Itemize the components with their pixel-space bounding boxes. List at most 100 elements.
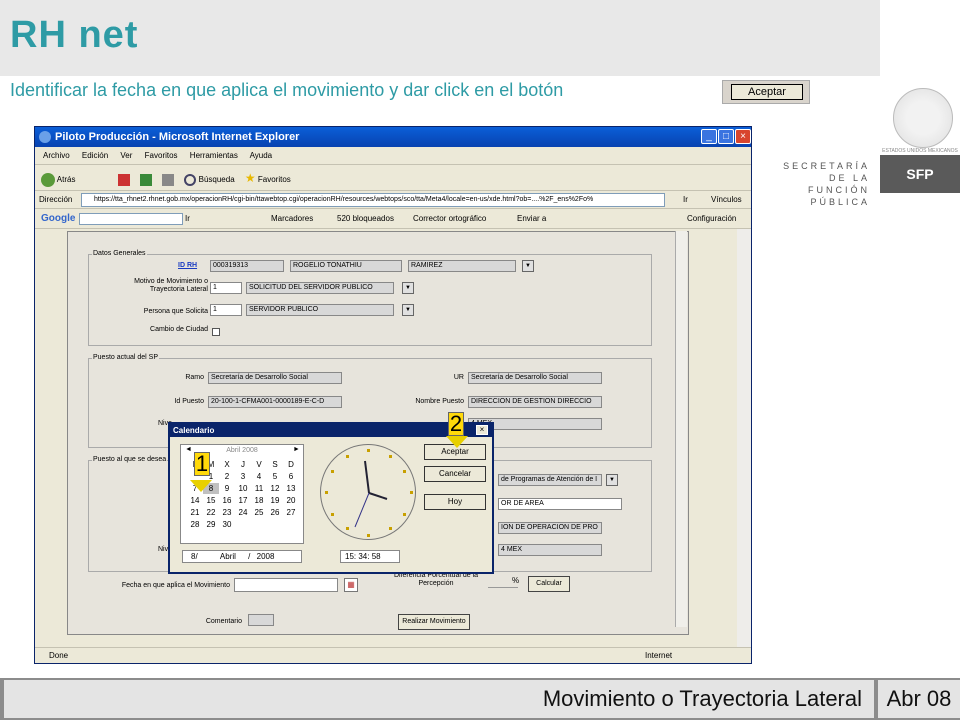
spell-check[interactable]: Corrector ortográfico: [413, 209, 486, 229]
calendar-day[interactable]: 5: [267, 471, 283, 482]
calendar-day[interactable]: 25: [251, 507, 267, 518]
menu-favoritos[interactable]: Favoritos: [145, 151, 178, 160]
stop-icon[interactable]: [117, 173, 130, 186]
calendar-day[interactable]: 17: [235, 495, 251, 506]
favorites-icon[interactable]: ★: [245, 171, 256, 185]
settings-button[interactable]: Configuración: [687, 209, 736, 229]
np-field-4[interactable]: 4 MEX: [498, 544, 602, 556]
calendar-day[interactable]: 9: [219, 483, 235, 494]
np-field-2[interactable]: OR DE AREA: [498, 498, 622, 510]
inner-scrollbar[interactable]: [675, 231, 687, 627]
calcular-button[interactable]: Calcular: [528, 576, 570, 592]
close-button[interactable]: ×: [735, 129, 751, 144]
calendar-close-icon[interactable]: ×: [476, 425, 488, 435]
month-value[interactable]: Abril: [220, 552, 236, 561]
menu-edicion[interactable]: Edición: [82, 151, 108, 160]
calendar-day[interactable]: 20: [283, 495, 299, 506]
motivo-field[interactable]: SOLICITUD DEL SERVIDOR PUBLICO: [246, 282, 394, 294]
np-field-3[interactable]: ION DE OPERACION DE PRO: [498, 522, 602, 534]
bookmarks-button[interactable]: Marcadores: [271, 209, 313, 229]
calendar-cancel-button[interactable]: Cancelar: [424, 466, 486, 482]
id-rh-field[interactable]: 000319313: [210, 260, 284, 272]
nombre-field[interactable]: ROGELIO TONATHIU: [290, 260, 402, 272]
calendar-day[interactable]: 18: [251, 495, 267, 506]
calendar-day[interactable]: 6: [283, 471, 299, 482]
calendar-day[interactable]: 15: [203, 495, 219, 506]
id-rh-link[interactable]: ID RH: [178, 262, 197, 269]
np-field-1[interactable]: de Programas de Atención de I: [498, 474, 602, 486]
menu-ver[interactable]: Ver: [120, 151, 132, 160]
time-input[interactable]: 15: 34: 58: [340, 550, 400, 563]
prev-month-icon[interactable]: ◄: [185, 446, 192, 453]
year-value[interactable]: 2008: [257, 552, 275, 561]
calendar-day[interactable]: 12: [267, 483, 283, 494]
time-value[interactable]: 15: 34: 58: [345, 552, 381, 561]
motivo-code[interactable]: 1: [210, 282, 242, 294]
calendar-day[interactable]: 26: [267, 507, 283, 518]
np-dropdown-1-icon[interactable]: ▼: [606, 474, 618, 486]
search-icon[interactable]: [184, 173, 197, 186]
id-puesto-field[interactable]: 20-100-1-CFMA001-0000189-E-C-D: [208, 396, 342, 408]
google-go[interactable]: Ir: [185, 209, 190, 229]
calendar-day[interactable]: 24: [235, 507, 251, 518]
apellido-field[interactable]: RAMIREZ: [408, 260, 516, 272]
cambio-checkbox[interactable]: [212, 328, 220, 336]
ramo-field[interactable]: Secretaría de Desarrollo Social: [208, 372, 342, 384]
back-icon[interactable]: [41, 172, 55, 187]
outer-scrollbar[interactable]: [737, 229, 751, 647]
persona-field[interactable]: SERVIDOR PUBLICO: [246, 304, 394, 316]
motivo-dropdown-icon[interactable]: ▼: [402, 282, 414, 294]
calendar-day[interactable]: 14: [187, 495, 203, 506]
calendar-day[interactable]: 22: [203, 507, 219, 518]
date-input[interactable]: 8/ Abril / 2008: [182, 550, 302, 563]
calendar-day[interactable]: 3: [235, 471, 251, 482]
persona-dropdown-icon[interactable]: ▼: [402, 304, 414, 316]
ur-field[interactable]: Secretaría de Desarrollo Social: [468, 372, 602, 384]
menu-herramientas[interactable]: Herramientas: [190, 151, 238, 160]
menu-bar: Archivo Edición Ver Favoritos Herramient…: [35, 147, 751, 165]
maximize-button[interactable]: □: [718, 129, 734, 144]
favorites-button[interactable]: Favoritos: [258, 175, 291, 184]
calendar-day[interactable]: 4: [251, 471, 267, 482]
calendar-today-button[interactable]: Hoy: [424, 494, 486, 510]
ie-icon: [39, 131, 51, 143]
calendar-day[interactable]: 19: [267, 495, 283, 506]
next-month-icon[interactable]: ►: [293, 446, 300, 453]
refresh-icon[interactable]: [139, 173, 152, 186]
calendar-day[interactable]: 30: [219, 519, 235, 530]
calendar-day[interactable]: 29: [203, 519, 219, 530]
comentario-field[interactable]: [248, 614, 274, 626]
weekday-header: S: [272, 460, 278, 469]
google-search-input[interactable]: [79, 213, 183, 225]
nombre-puesto-field[interactable]: DIRECCION DE GESTION DIRECCIO: [468, 396, 602, 408]
calendar-day[interactable]: 11: [251, 483, 267, 494]
search-button[interactable]: Búsqueda: [199, 175, 235, 184]
calendar-day[interactable]: 10: [235, 483, 251, 494]
persona-code[interactable]: 1: [210, 304, 242, 316]
minimize-button[interactable]: _: [701, 129, 717, 144]
calendar-day[interactable]: 28: [187, 519, 203, 530]
calendar-icon[interactable]: ▦: [344, 578, 358, 592]
realizar-movimiento-button[interactable]: Realizar Movimiento: [398, 614, 470, 630]
calendar-day[interactable]: 16: [219, 495, 235, 506]
day-value[interactable]: 8/: [191, 552, 198, 561]
menu-archivo[interactable]: Archivo: [43, 151, 70, 160]
address-input[interactable]: https://tta_rhnet2.rhnet.gob.mx/operacio…: [81, 193, 665, 207]
popup-blocked[interactable]: 520 bloqueados: [337, 209, 394, 229]
fecha-input[interactable]: [234, 578, 338, 592]
calendar-day[interactable]: 21: [187, 507, 203, 518]
menu-ayuda[interactable]: Ayuda: [250, 151, 273, 160]
go-button[interactable]: Ir: [683, 191, 688, 209]
links-label[interactable]: Vínculos: [711, 191, 742, 209]
back-button[interactable]: Atrás: [57, 175, 76, 184]
send-to[interactable]: Enviar a: [517, 209, 546, 229]
calendar-day[interactable]: 2: [219, 471, 235, 482]
google-toolbar: Google Ir Marcadores 520 bloqueados Corr…: [35, 209, 751, 229]
calendar-day[interactable]: 23: [219, 507, 235, 518]
calendar-day[interactable]: 27: [283, 507, 299, 518]
footer-title: Movimiento o Trayectoria Lateral: [4, 680, 874, 718]
calendar-day[interactable]: 13: [283, 483, 299, 494]
id-rh-dropdown-icon[interactable]: ▼: [522, 260, 534, 272]
home-icon[interactable]: [162, 173, 175, 186]
mexico-seal-icon: [893, 88, 953, 148]
